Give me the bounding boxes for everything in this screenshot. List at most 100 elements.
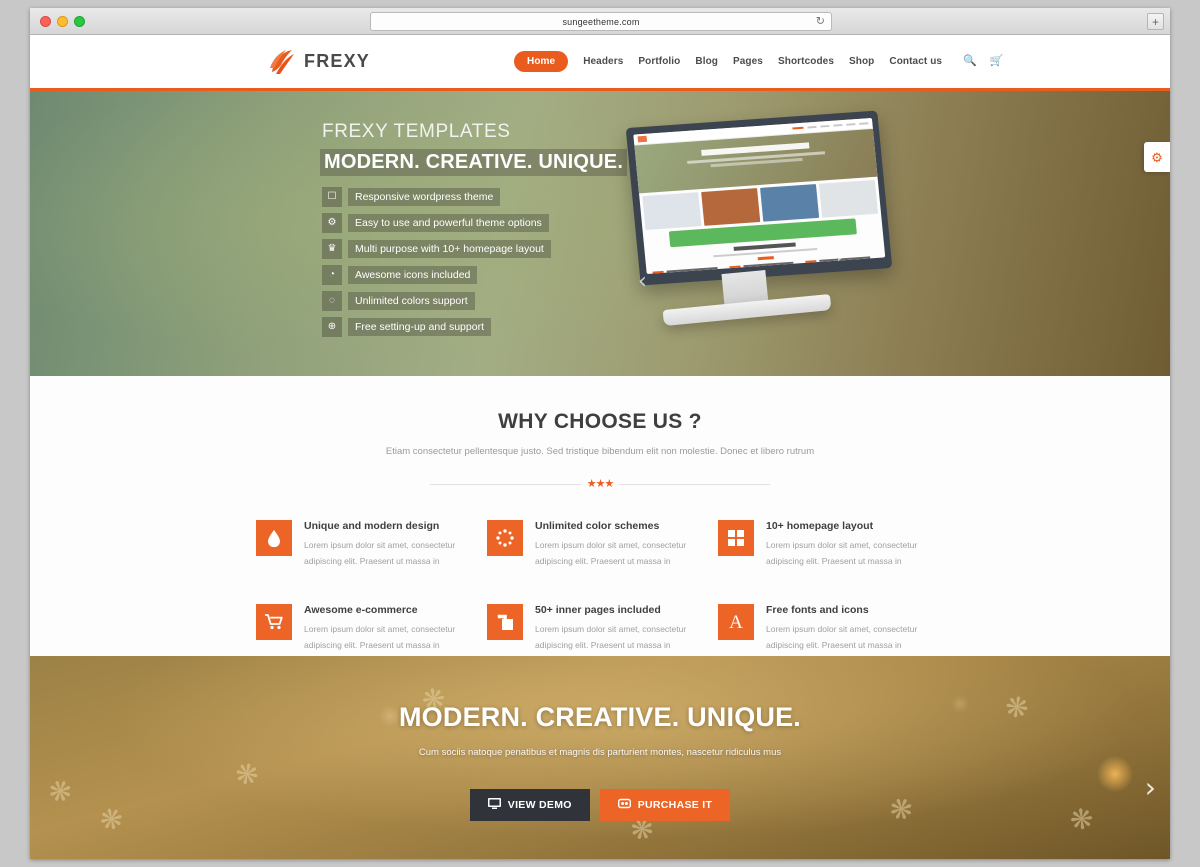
why-choose-us-section: WHY CHOOSE US ? Etiam consectetur pellen…: [30, 376, 1170, 656]
gear-icon: ⚙: [322, 213, 342, 233]
trophy-icon: ♛: [322, 239, 342, 259]
nav-item-contact-us[interactable]: Contact us: [889, 56, 942, 67]
preview-logo-icon: [637, 135, 648, 143]
hero-feature-label: Free setting-up and support: [348, 318, 491, 336]
hero-feature-item: ◔ Awesome icons included: [322, 265, 551, 285]
grid-layout-icon: [718, 520, 754, 556]
hero-feature-item: ♛ Multi purpose with 10+ homepage layout: [322, 239, 551, 259]
header-icons: 🔍 🛒: [963, 56, 1003, 67]
section-subtitle: Etiam consectetur pellentesque justo. Se…: [385, 446, 815, 457]
nav-item-headers[interactable]: Headers: [583, 56, 623, 67]
cta-next-arrow[interactable]: ›: [1145, 774, 1156, 802]
purchase-it-label: PURCHASE IT: [637, 799, 713, 811]
search-icon[interactable]: 🔍: [963, 56, 977, 67]
nav-item-blog[interactable]: Blog: [695, 56, 718, 67]
feature-text: Lorem ipsum dolor sit amet, consectetur …: [766, 540, 918, 566]
address-bar[interactable]: sungeetheme.com ↻: [370, 12, 832, 31]
feature-title: 50+ inner pages included: [535, 604, 661, 617]
feature-body: Awesome e-commerce Lorem ipsum dolor sit…: [304, 604, 482, 653]
nav-item-pages[interactable]: Pages: [733, 56, 763, 67]
feature-card: 50+ inner pages included Lorem ipsum dol…: [487, 604, 713, 653]
page-viewport: FREXY Home Headers Portfolio Blog Pages …: [30, 35, 1170, 859]
feature-title: Unique and modern design: [304, 520, 440, 532]
feature-card: Awesome e-commerce Lorem ipsum dolor sit…: [256, 604, 482, 653]
divider-line-right: [619, 484, 770, 485]
pages-copy-icon: [487, 604, 523, 641]
hero-feature-label: Responsive wordpress theme: [348, 188, 501, 206]
hero-feature-item: ⚙ Easy to use and powerful theme options: [322, 213, 551, 233]
cart-icon[interactable]: 🛒: [990, 56, 1004, 67]
cta-section: ❋ ❋ ❋ ❋ ❋ ❋ ❋ ❋ MODERN. CREATIVE. UNIQUE…: [30, 656, 1170, 859]
mobile-icon: ☐: [322, 187, 342, 207]
feature-grid: Unique and modern design Lorem ipsum dol…: [30, 520, 1170, 654]
monitor-screen: [625, 110, 893, 286]
divider-line-left: [430, 484, 581, 485]
url-text: sungeetheme.com: [562, 16, 640, 27]
minimize-window-button[interactable]: [57, 15, 68, 27]
feature-body: 10+ homepage layout Lorem ipsum dolor si…: [766, 520, 944, 569]
hero-title: FREXY TEMPLATES: [322, 121, 511, 142]
wheat-decoration-icon: ❋: [232, 756, 262, 793]
gears-settings-icon: ⚙: [1151, 149, 1163, 165]
monitor-page-preview: [633, 117, 886, 274]
feature-text: Lorem ipsum dolor sit amet, consectetur …: [766, 624, 918, 651]
feature-text: Lorem ipsum dolor sit amet, consectetur …: [535, 540, 687, 566]
nav-item-portfolio[interactable]: Portfolio: [638, 56, 680, 67]
feature-body: Unlimited color schemes Lorem ipsum dolo…: [535, 520, 713, 569]
feature-card: Unique and modern design Lorem ipsum dol…: [256, 520, 482, 569]
feature-body: Unique and modern design Lorem ipsum dol…: [304, 520, 482, 569]
zoom-window-button[interactable]: [74, 15, 85, 27]
support-icon: ⊕: [322, 317, 342, 337]
slider-prev-arrow[interactable]: ‹: [638, 271, 647, 293]
nav-item-home[interactable]: Home: [514, 51, 569, 72]
font-letter-a-icon: A: [718, 604, 754, 641]
reload-icon[interactable]: ↻: [816, 16, 825, 27]
feature-body: Free fonts and icons Lorem ipsum dolor s…: [766, 604, 944, 653]
site-logo[interactable]: FREXY: [268, 48, 370, 76]
hero-feature-item: ☐ Responsive wordpress theme: [322, 187, 551, 207]
view-demo-button[interactable]: VIEW DEMO: [469, 789, 590, 821]
theme-settings-tab[interactable]: ⚙: [1144, 142, 1170, 172]
preview-nav-links: [792, 122, 869, 130]
cta-buttons: VIEW DEMO PURCHASE IT: [30, 789, 1170, 821]
feature-title: Free fonts and icons: [766, 604, 869, 617]
feature-title: Unlimited color schemes: [535, 520, 660, 532]
nav-item-shortcodes[interactable]: Shortcodes: [778, 56, 834, 67]
hero-feature-item: ⊕ Free setting-up and support: [322, 317, 551, 337]
purchase-it-button[interactable]: PURCHASE IT: [599, 789, 731, 821]
main-navigation: Home Headers Portfolio Blog Pages Shortc…: [514, 51, 1003, 72]
window-controls[interactable]: [30, 15, 85, 27]
browser-chrome-bar: sungeetheme.com ↻ +: [30, 8, 1170, 35]
frexy-swoosh-logo-icon: [268, 48, 295, 76]
monitor-icon: [487, 798, 501, 812]
cta-heading: MODERN. CREATIVE. UNIQUE.: [398, 702, 802, 732]
browser-window: sungeetheme.com ↻ + FREXY Home Headers P…: [30, 8, 1170, 859]
hero-feature-label: Multi purpose with 10+ homepage layout: [348, 240, 551, 258]
view-demo-label: VIEW DEMO: [507, 799, 572, 811]
shopping-cart-icon: [256, 604, 292, 641]
feature-card: A Free fonts and icons Lorem ipsum dolor…: [718, 604, 944, 653]
hero-feature-label: Awesome icons included: [348, 266, 478, 284]
hero-feature-item: ◌ Unlimited colors support: [322, 291, 551, 311]
nav-item-shop[interactable]: Shop: [849, 56, 874, 67]
purchase-icon: [617, 798, 631, 812]
close-window-button[interactable]: [40, 15, 51, 27]
feature-text: Lorem ipsum dolor sit amet, consectetur …: [535, 624, 687, 651]
hero-feature-label: Unlimited colors support: [348, 292, 475, 310]
divider-stars-icon: ★★★: [586, 478, 615, 490]
hero-feature-label: Easy to use and powerful theme options: [348, 214, 549, 232]
hero-feature-list: ☐ Responsive wordpress theme ⚙ Easy to u…: [322, 187, 551, 343]
hero-slider: FREXY TEMPLATES MODERN. CREATIVE. UNIQUE…: [30, 91, 1170, 376]
hero-subtitle: MODERN. CREATIVE. UNIQUE.: [320, 149, 628, 176]
star-divider: ★★★: [430, 479, 770, 490]
color-circles-icon: ◌: [322, 291, 342, 311]
droplet-icon: [256, 520, 292, 556]
feature-text: Lorem ipsum dolor sit amet, consectetur …: [304, 540, 456, 566]
new-tab-button[interactable]: +: [1147, 13, 1164, 30]
feature-card: Unlimited color schemes Lorem ipsum dolo…: [487, 520, 713, 569]
globe-icon: ◔: [322, 265, 342, 285]
feature-body: 50+ inner pages included Lorem ipsum dol…: [535, 604, 713, 653]
color-circles-icon: [487, 520, 523, 556]
slider-next-arrow[interactable]: ›: [836, 246, 845, 268]
section-heading: WHY CHOOSE US ?: [498, 410, 702, 433]
